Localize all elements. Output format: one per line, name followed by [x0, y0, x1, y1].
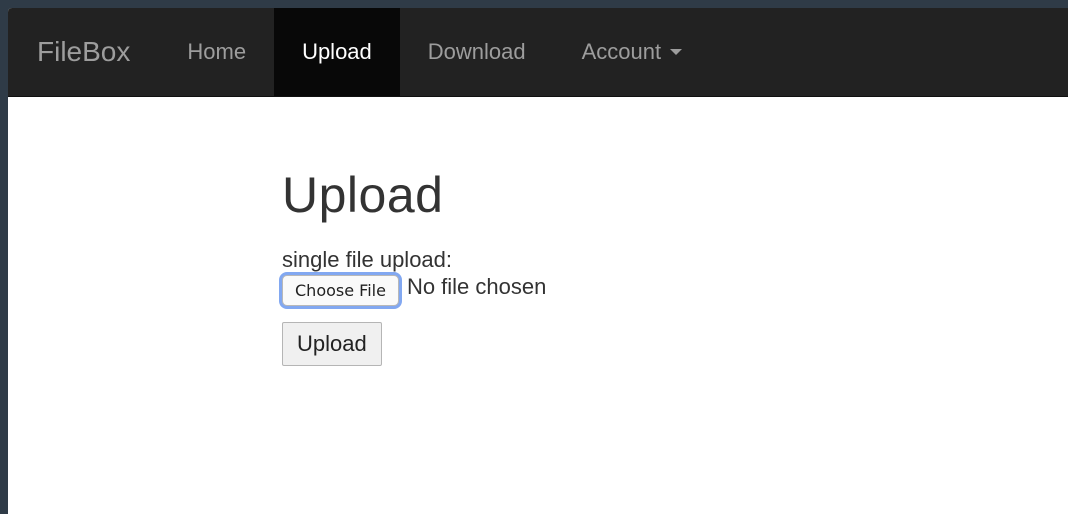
file-upload-label: single file upload:: [282, 247, 453, 272]
nav-item-label: Upload: [302, 39, 372, 64]
file-input: Choose File No file chosen: [282, 273, 547, 306]
nav-item-account-dropdown[interactable]: Account: [554, 8, 711, 96]
caret-down-icon: [670, 49, 683, 55]
file-status-text: No file chosen: [406, 273, 547, 299]
choose-file-button[interactable]: Choose File: [282, 275, 399, 306]
nav-item-home[interactable]: Home: [159, 8, 274, 96]
nav-item-upload[interactable]: Upload: [274, 8, 400, 96]
nav-item-label: Home: [187, 39, 247, 64]
upload-panel: Upload single file upload: Choose File N…: [282, 168, 546, 366]
nav-item-label: Account: [581, 39, 662, 64]
page-title: Upload: [282, 167, 444, 223]
upload-submit-button[interactable]: Upload: [282, 322, 382, 366]
top-navbar: FileBox Home Upload Download Account: [8, 8, 1068, 97]
nav-item-download[interactable]: Download: [400, 8, 554, 96]
brand-logo[interactable]: FileBox: [8, 8, 159, 96]
nav-item-label: Download: [427, 39, 526, 64]
browser-viewport: FileBox Home Upload Download Account Upl…: [8, 8, 1068, 514]
